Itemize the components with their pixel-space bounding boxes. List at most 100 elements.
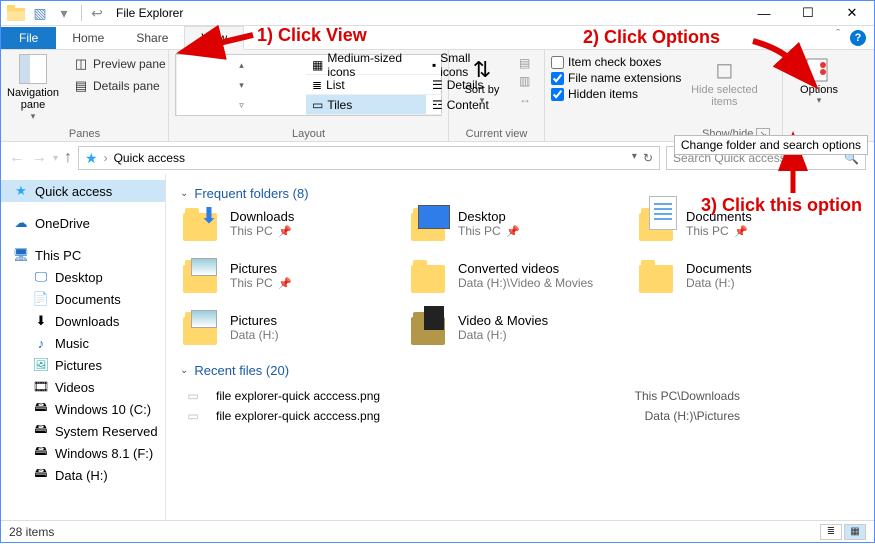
tree-documents[interactable]: 📄Documents: [1, 288, 165, 310]
statusbar-tiles-view-icon[interactable]: ▦: [844, 524, 866, 540]
hide-selected-items-button[interactable]: ◻ Hide selected items: [687, 54, 761, 110]
tile-item[interactable]: Video & MoviesData (H:): [408, 313, 628, 349]
details-pane-button[interactable]: ▤ Details pane: [69, 76, 170, 96]
recent-file-row[interactable]: ▭file explorer-quick acccess.pngData (H:…: [180, 406, 860, 426]
recent-file-location: This PC\Downloads: [635, 389, 740, 403]
add-columns-button[interactable]: ▥: [515, 72, 535, 90]
nav-back-button[interactable]: ←: [9, 149, 25, 167]
layout-small-icons[interactable]: ▪Small icons: [426, 55, 442, 75]
tile-item[interactable]: DesktopThis PC 📌: [408, 209, 628, 245]
recent-file-location: Data (H:)\Pictures: [645, 409, 740, 423]
navigation-pane-button[interactable]: Navigation pane ▾: [7, 54, 59, 122]
maximize-button[interactable]: ☐: [786, 1, 830, 26]
file-icon: ▭: [180, 389, 206, 403]
address-dropdown-icon[interactable]: ▾: [632, 151, 637, 165]
title-bar: ▧ ▾ ↩ File Explorer — ☐ ✕: [1, 1, 874, 26]
minimize-button[interactable]: —: [742, 1, 786, 26]
qat-undo-icon[interactable]: ↩: [86, 2, 108, 24]
nav-up-button[interactable]: ↑: [64, 149, 72, 167]
group-label-currentview: Current view: [455, 125, 538, 140]
tile-name: Pictures: [230, 313, 279, 328]
size-columns-button[interactable]: ↔: [515, 90, 535, 108]
nav-recent-button[interactable]: ▾: [53, 153, 58, 164]
recent-file-row[interactable]: ▭ file explorer-quick acccess.png This PC\…: [180, 386, 860, 406]
options-tooltip: Change folder and search options: [674, 135, 868, 155]
tree-videos[interactable]: 🎞Videos: [1, 376, 165, 398]
item-check-boxes[interactable]: Item check boxes: [551, 54, 681, 70]
close-button[interactable]: ✕: [830, 1, 874, 26]
layout-list[interactable]: ≣List: [306, 75, 426, 95]
folder-icon: [636, 261, 676, 297]
pin-icon: 📌: [506, 226, 520, 238]
statusbar-details-view-icon[interactable]: ≣: [820, 524, 842, 540]
qat-newfolder-icon[interactable]: ▾: [53, 2, 75, 24]
recent-files-header[interactable]: ⌄ Recent files (20): [180, 363, 860, 378]
tab-view[interactable]: View: [184, 26, 244, 50]
layout-tiles[interactable]: ▭Tiles: [306, 95, 426, 115]
preview-pane-label: Preview pane: [93, 57, 166, 71]
chevron-down-icon: ⌄: [180, 365, 188, 376]
frequent-folders-header[interactable]: ⌄ Frequent folders (8): [180, 186, 860, 201]
tile-path: This PC 📌: [230, 224, 294, 238]
minimize-ribbon-icon[interactable]: ˆ: [836, 28, 840, 40]
tree-quick-access[interactable]: ★Quick access: [1, 180, 165, 202]
refresh-button[interactable]: ↻: [643, 151, 653, 165]
layout-scroll[interactable]: ▴▾▿: [176, 55, 306, 115]
tile-path: This PC 📌: [458, 224, 520, 238]
layout-medium-icons[interactable]: ▦Medium-sized icons: [306, 55, 426, 75]
tree-win81[interactable]: 🖴Windows 8.1 (F:): [1, 442, 165, 464]
tab-share[interactable]: Share: [120, 27, 184, 49]
tree-datah[interactable]: 🖴Data (H:): [1, 464, 165, 486]
file-name-extensions[interactable]: File name extensions: [551, 70, 681, 86]
tree-desktop[interactable]: 🖵Desktop: [1, 266, 165, 288]
tree-music[interactable]: ♪Music: [1, 332, 165, 354]
ribbon-group-currentview: ⇅ Sort by ▾ ▤ ▥ ↔ Current view: [449, 50, 545, 141]
address-bar[interactable]: ★ › Quick access ▾ ↻: [78, 146, 660, 170]
layout-content[interactable]: ☲Content: [426, 95, 442, 115]
nav-forward-button[interactable]: →: [31, 149, 47, 167]
sort-by-button[interactable]: ⇅ Sort by ▾: [455, 54, 509, 108]
folder-icon: ⬇: [180, 209, 220, 245]
tile-item[interactable]: DocumentsData (H:): [636, 261, 856, 297]
preview-pane-button[interactable]: ◫ Preview pane: [69, 54, 170, 74]
folder-icon: [408, 209, 448, 245]
tile-item[interactable]: Converted videosData (H:)\Video & Movies: [408, 261, 628, 297]
tab-home[interactable]: Home: [56, 27, 120, 49]
navigation-tree[interactable]: ★Quick access ☁OneDrive 🖥This PC 🖵Deskto…: [1, 174, 166, 536]
ribbon-group-layout: ▦Medium-sized icons ▪Small icons ▴▾▿ ≣Li…: [169, 50, 449, 141]
tile-item[interactable]: DocumentsThis PC 📌: [636, 209, 856, 245]
tab-file[interactable]: File: [1, 27, 56, 49]
tree-pictures[interactable]: 🖼Pictures: [1, 354, 165, 376]
tile-item[interactable]: PicturesThis PC 📌: [180, 261, 400, 297]
tile-name: Converted videos: [458, 261, 593, 276]
tree-downloads[interactable]: ⬇Downloads: [1, 310, 165, 332]
tile-path: This PC 📌: [686, 224, 752, 238]
hidden-items[interactable]: Hidden items: [551, 86, 681, 102]
details-pane-label: Details pane: [93, 79, 160, 93]
tree-win10[interactable]: 🖴Windows 10 (C:): [1, 398, 165, 420]
options-button[interactable]: Options ▾: [789, 54, 849, 108]
window-title: File Explorer: [116, 6, 183, 20]
tile-item[interactable]: PicturesData (H:): [180, 313, 400, 349]
group-label-panes: Panes: [7, 125, 162, 140]
breadcrumb[interactable]: Quick access: [114, 151, 185, 165]
pin-icon: 📌: [278, 278, 292, 290]
tree-onedrive[interactable]: ☁OneDrive: [1, 212, 165, 234]
ribbon-group-options: Options ▾: [783, 50, 853, 141]
tree-this-pc[interactable]: 🖥This PC: [1, 244, 165, 266]
details-pane-icon: ▤: [73, 78, 89, 94]
options-icon: [805, 56, 833, 84]
group-label-layout: Layout: [175, 125, 442, 140]
folder-icon: [180, 313, 220, 349]
tree-sysres[interactable]: 🖴System Reserved: [1, 420, 165, 442]
help-icon[interactable]: ?: [850, 30, 866, 46]
qat-properties-icon[interactable]: ▧: [29, 2, 51, 24]
group-by-button[interactable]: ▤: [515, 54, 535, 72]
recent-file-name: file explorer-quick acccess.png: [216, 389, 380, 403]
status-bar: 28 items ≣ ▦: [1, 520, 874, 542]
layout-details[interactable]: ☰Details: [426, 75, 442, 95]
quick-access-icon: ★: [85, 150, 98, 167]
status-item-count: 28 items: [9, 525, 54, 539]
tile-item[interactable]: ⬇DownloadsThis PC 📌: [180, 209, 400, 245]
main-content: ⌄ Frequent folders (8) ⬇DownloadsThis PC…: [166, 174, 874, 536]
